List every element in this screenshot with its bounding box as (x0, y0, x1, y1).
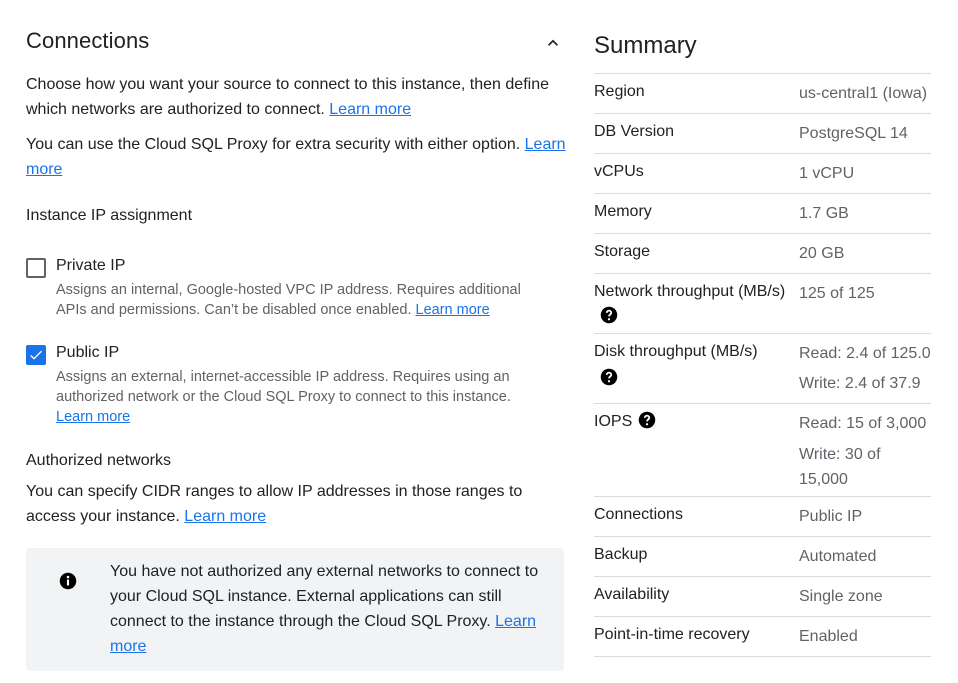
private-ip-checkbox[interactable] (26, 258, 46, 278)
summary-value: us-central1 (Iowa) (799, 85, 928, 102)
ip-assignment-heading: Instance IP assignment (26, 207, 193, 224)
info-text: You have not authorized any external net… (110, 563, 539, 630)
authorized-networks-heading: Authorized networks (26, 452, 171, 469)
summary-value: Automated (799, 548, 877, 565)
collapse-button[interactable] (538, 28, 568, 58)
help-icon[interactable] (600, 306, 618, 324)
info-message: You have not authorized any external net… (110, 559, 550, 659)
summary-row-disk-throughput: Disk throughput (MB/s) Read: 2.4 of 125.… (594, 334, 931, 404)
connections-title: Connections (26, 28, 150, 53)
private-ip-label[interactable]: Private IP (56, 257, 125, 275)
proxy-text: You can use the Cloud SQL Proxy for extr… (26, 136, 525, 153)
summary-key: Disk throughput (MB/s) (594, 334, 799, 403)
summary-table: Region us-central1 (Iowa) DB Version Pos… (594, 73, 931, 657)
summary-row-connections: Connections Public IP (594, 497, 931, 537)
summary-value: Read: 2.4 of 125.0 Write: 2.4 of 37.9 (799, 334, 931, 403)
summary-value: Single zone (799, 588, 883, 605)
summary-key: Connections (594, 506, 683, 523)
summary-key: IOPS (594, 404, 799, 496)
summary-key: Region (594, 83, 645, 100)
summary-value: Read: 15 of 3,000 Write: 30 of 15,000 (799, 404, 931, 496)
summary-key: DB Version (594, 123, 675, 140)
iops-read-value: Read: 15 of 3,000 (799, 415, 927, 432)
summary-row-vcpus: vCPUs 1 vCPU (594, 154, 931, 194)
iops-label: IOPS (594, 413, 633, 430)
summary-value: PostgreSQL 14 (799, 125, 908, 142)
public-ip-learn-more-link[interactable]: Learn more (56, 409, 130, 425)
summary-key: Point-in-time recovery (594, 626, 750, 643)
info-banner: You have not authorized any external net… (26, 548, 564, 671)
summary-value: 125 of 125 (799, 285, 875, 302)
auth-text: You can specify CIDR ranges to allow IP … (26, 483, 523, 525)
disk-throughput-label: Disk throughput (MB/s) (594, 343, 758, 360)
summary-row-availability: Availability Single zone (594, 577, 931, 617)
summary-row-iops: IOPS Read: 15 of 3,000 Write: 30 of 15,0… (594, 404, 931, 497)
intro-learn-more-link[interactable]: Learn more (329, 101, 411, 118)
intro-text: Choose how you want your source to conne… (26, 76, 549, 118)
summary-value: 1.7 GB (799, 205, 849, 222)
help-icon[interactable] (600, 368, 618, 386)
summary-key: Network throughput (MB/s) (594, 274, 799, 333)
help-icon[interactable] (638, 411, 656, 429)
iops-write-value: Write: 30 of 15,000 (799, 446, 881, 488)
summary-value: 20 GB (799, 245, 845, 262)
summary-value: 1 vCPU (799, 165, 855, 182)
disk-write-value: Write: 2.4 of 37.9 (799, 375, 921, 392)
summary-key: Storage (594, 243, 651, 260)
disk-read-value: Read: 2.4 of 125.0 (799, 345, 931, 362)
public-ip-desc-text: Assigns an external, internet-accessible… (56, 369, 511, 405)
authorized-networks-text: You can specify CIDR ranges to allow IP … (26, 479, 566, 529)
summary-key: Backup (594, 546, 648, 563)
check-icon (30, 350, 42, 360)
summary-row-storage: Storage 20 GB (594, 234, 931, 274)
network-throughput-label: Network throughput (MB/s) (594, 283, 786, 300)
summary-key: vCPUs (594, 163, 644, 180)
auth-learn-more-link[interactable]: Learn more (184, 508, 266, 525)
summary-row-network-throughput: Network throughput (MB/s) 125 of 125 (594, 274, 931, 334)
connections-intro: Choose how you want your source to conne… (26, 72, 566, 122)
summary-row-db-version: DB Version PostgreSQL 14 (594, 114, 931, 154)
connections-header: Connections (26, 28, 566, 58)
public-ip-label[interactable]: Public IP (56, 344, 119, 362)
public-ip-description: Assigns an external, internet-accessible… (56, 367, 546, 427)
chevron-up-icon (548, 39, 558, 46)
summary-row-backup: Backup Automated (594, 537, 931, 577)
public-ip-checkbox[interactable] (26, 345, 46, 365)
summary-value: Enabled (799, 628, 858, 645)
private-ip-learn-more-link[interactable]: Learn more (416, 302, 490, 318)
proxy-note: You can use the Cloud SQL Proxy for extr… (26, 132, 566, 182)
info-icon (59, 572, 77, 590)
summary-row-pitr: Point-in-time recovery Enabled (594, 617, 931, 657)
summary-key: Memory (594, 203, 652, 220)
private-ip-description: Assigns an internal, Google-hosted VPC I… (56, 280, 546, 320)
summary-value: Public IP (799, 508, 863, 525)
summary-row-region: Region us-central1 (Iowa) (594, 74, 931, 114)
summary-row-memory: Memory 1.7 GB (594, 194, 931, 234)
summary-title: Summary (594, 32, 697, 59)
summary-key: Availability (594, 586, 670, 603)
